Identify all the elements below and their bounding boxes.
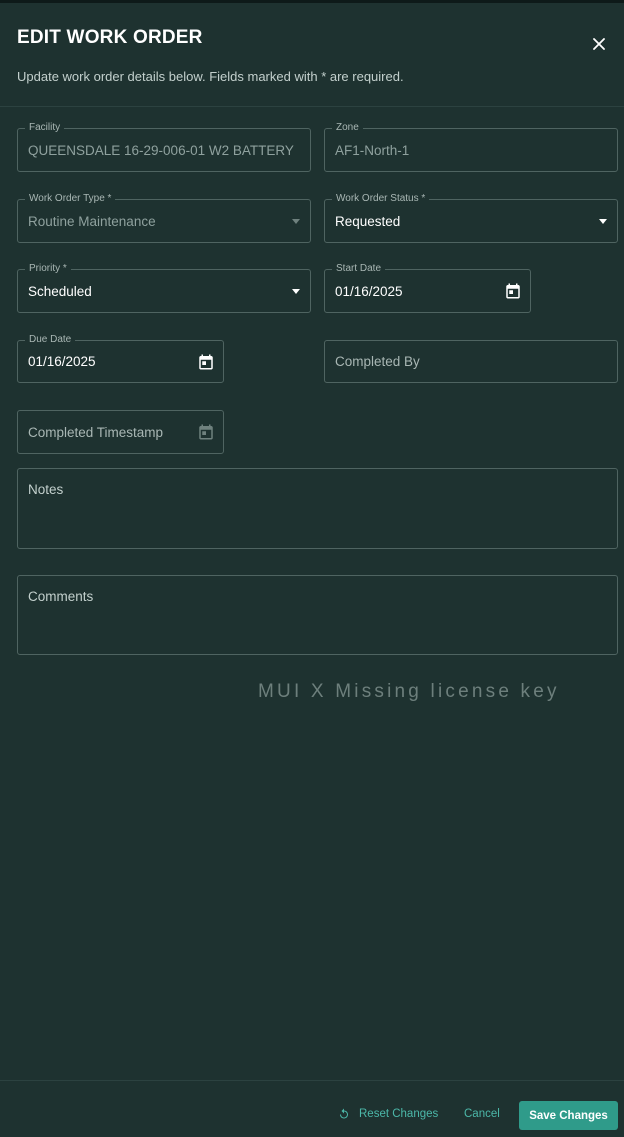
dropdown-arrow-icon (292, 219, 300, 224)
completed-timestamp-picker[interactable]: Completed Timestamp (17, 410, 224, 454)
close-button[interactable] (586, 31, 612, 57)
cancel-button[interactable]: Cancel (464, 1108, 500, 1120)
notes-placeholder: Notes (28, 482, 64, 497)
work-order-status-value: Requested (335, 213, 401, 229)
reset-changes-label: Reset Changes (359, 1108, 439, 1120)
comments-textarea[interactable]: Comments (17, 575, 618, 655)
save-changes-label: Save Changes (529, 1109, 608, 1122)
start-date-value: 01/16/2025 (335, 283, 403, 299)
save-changes-button[interactable]: Save Changes (519, 1101, 618, 1130)
completed-timestamp-placeholder: Completed Timestamp (28, 424, 164, 440)
dialog-footer: Reset Changes Cancel Save Changes (0, 1080, 624, 1137)
dropdown-arrow-icon (292, 289, 300, 294)
facility-value: QUEENSDALE 16-29-006-01 W2 BATTERY (28, 142, 294, 158)
close-icon (593, 38, 605, 50)
completed-by-input[interactable]: Completed By (324, 340, 618, 383)
edit-work-order-dialog: EDIT WORK ORDER Update work order detail… (0, 0, 624, 1137)
notes-textarea[interactable]: Notes (17, 468, 618, 549)
calendar-icon[interactable] (197, 353, 215, 371)
completed-by-placeholder: Completed By (335, 354, 420, 369)
calendar-icon[interactable] (197, 423, 215, 441)
work-order-status-select[interactable]: Work Order Status * Requested (324, 193, 618, 243)
reset-changes-button[interactable]: Reset Changes (338, 1108, 438, 1120)
calendar-icon[interactable] (504, 282, 522, 300)
dialog-title: EDIT WORK ORDER (17, 27, 203, 48)
work-order-type-select: Work Order Type * Routine Maintenance (17, 193, 311, 243)
cancel-label: Cancel (464, 1108, 500, 1120)
zone-field: Zone AF1-North-1 (324, 122, 618, 172)
work-order-type-value: Routine Maintenance (28, 213, 156, 229)
dropdown-arrow-icon (599, 219, 607, 224)
priority-value: Scheduled (28, 283, 92, 299)
license-watermark: MUI X Missing license key (258, 681, 560, 702)
start-date-picker[interactable]: Start Date 01/16/2025 (324, 263, 531, 313)
comments-placeholder: Comments (28, 589, 94, 604)
zone-value: AF1-North-1 (335, 142, 410, 158)
reset-icon (340, 1108, 348, 1119)
dialog-subtitle: Update work order details below. Fields … (17, 69, 404, 84)
dialog-header: EDIT WORK ORDER Update work order detail… (0, 3, 624, 107)
priority-select[interactable]: Priority * Scheduled (17, 263, 311, 313)
due-date-value: 01/16/2025 (28, 354, 96, 369)
facility-field: Facility QUEENSDALE 16-29-006-01 W2 BATT… (17, 122, 311, 172)
due-date-picker[interactable]: Due Date 01/16/2025 (17, 334, 224, 383)
